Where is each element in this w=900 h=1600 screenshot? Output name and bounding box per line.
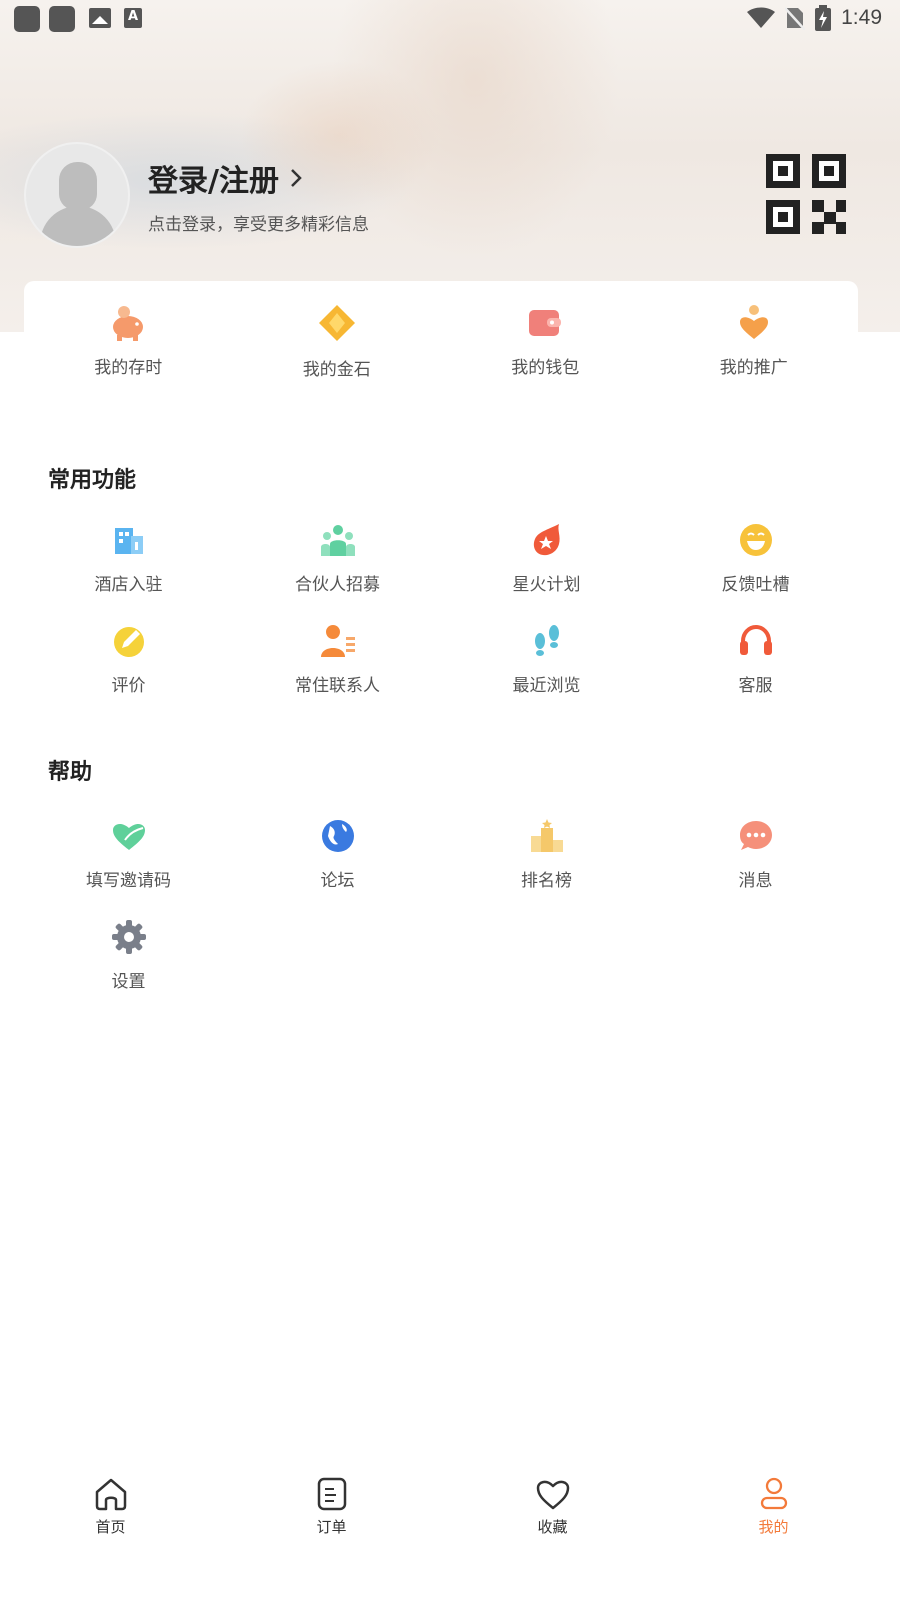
login-register-link[interactable]: 登录/注册: [148, 156, 303, 200]
text-notification-icon: A: [124, 8, 142, 28]
section-title: 帮助: [48, 760, 93, 785]
help-section: 帮助 填写邀请码 论坛 排名榜 消息 设置: [24, 754, 858, 992]
spark-icon: [533, 524, 560, 556]
podium-icon: [530, 819, 563, 852]
battery-icon: [815, 5, 832, 31]
image-notification-icon: [89, 8, 111, 28]
heart-icon: [536, 1480, 569, 1510]
my-gold-stone-item[interactable]: 我的金石: [233, 303, 442, 380]
home-icon: [95, 1478, 126, 1511]
customer-service-item[interactable]: 客服: [651, 621, 860, 696]
hotel-icon: [114, 528, 143, 554]
notification-icon: [49, 6, 75, 32]
heart-person-icon: [739, 305, 768, 339]
tab-mine[interactable]: 我的: [663, 1470, 884, 1560]
review-item[interactable]: 评价: [24, 621, 233, 696]
common-functions-section: 常用功能 酒店入驻 合伙人招募 星火计划 反馈吐槽 评价 常住联系人 最近浏览 …: [24, 462, 858, 696]
tab-orders[interactable]: 订单: [221, 1470, 442, 1560]
diamond-icon: [318, 305, 355, 341]
gear-icon: [111, 920, 146, 954]
assets-card: 我的存时 我的金石 我的钱包 我的推广: [24, 281, 858, 401]
my-promotion-item[interactable]: 我的推广: [650, 303, 859, 380]
wifi-icon: [747, 7, 776, 28]
feedback-item[interactable]: 反馈吐槽: [651, 520, 860, 595]
footprint-icon: [534, 625, 559, 656]
settings-item[interactable]: 设置: [24, 917, 233, 992]
frequent-contacts-item[interactable]: 常住联系人: [233, 621, 442, 696]
qr-code-icon[interactable]: [766, 154, 846, 234]
clock: 1:49: [841, 6, 882, 29]
chat-icon: [739, 821, 772, 850]
spark-plan-item[interactable]: 星火计划: [442, 520, 651, 595]
messages-item[interactable]: 消息: [651, 816, 860, 891]
smile-icon: [739, 524, 772, 556]
login-title-text: 登录/注册: [148, 164, 279, 199]
headset-icon: [739, 624, 772, 655]
no-sim-icon: [785, 7, 806, 30]
partner-recruit-item[interactable]: 合伙人招募: [233, 520, 442, 595]
my-storage-time-item[interactable]: 我的存时: [24, 303, 233, 380]
bottom-tab-bar: 首页 订单 收藏 我的: [0, 1470, 900, 1560]
notification-icon: [14, 6, 40, 32]
recent-browse-item[interactable]: 最近浏览: [442, 621, 651, 696]
login-subtitle: 点击登录，享受更多精彩信息: [148, 215, 369, 235]
chevron-right-icon: [291, 169, 302, 187]
review-icon: [113, 627, 144, 657]
avatar[interactable]: [24, 142, 130, 248]
wallet-icon: [529, 310, 562, 336]
contact-icon: [320, 625, 355, 657]
forum-item[interactable]: 论坛: [233, 816, 442, 891]
my-wallet-item[interactable]: 我的钱包: [441, 303, 650, 380]
section-title: 常用功能: [48, 468, 137, 493]
globe-icon: [321, 820, 354, 852]
order-icon: [317, 1477, 346, 1511]
piggy-bank-icon: [113, 306, 144, 341]
hotel-join-item[interactable]: 酒店入驻: [24, 520, 233, 595]
tab-favorites[interactable]: 收藏: [442, 1470, 663, 1560]
profile-icon: [760, 1477, 787, 1510]
status-bar: A 1:49: [0, 0, 900, 36]
ranking-item[interactable]: 排名榜: [442, 816, 651, 891]
invite-heart-icon: [112, 823, 145, 850]
tab-home[interactable]: 首页: [0, 1470, 221, 1560]
partners-icon: [320, 525, 355, 556]
profile-header[interactable]: 登录/注册 点击登录，享受更多精彩信息: [24, 142, 884, 252]
invite-code-item[interactable]: 填写邀请码: [24, 816, 233, 891]
